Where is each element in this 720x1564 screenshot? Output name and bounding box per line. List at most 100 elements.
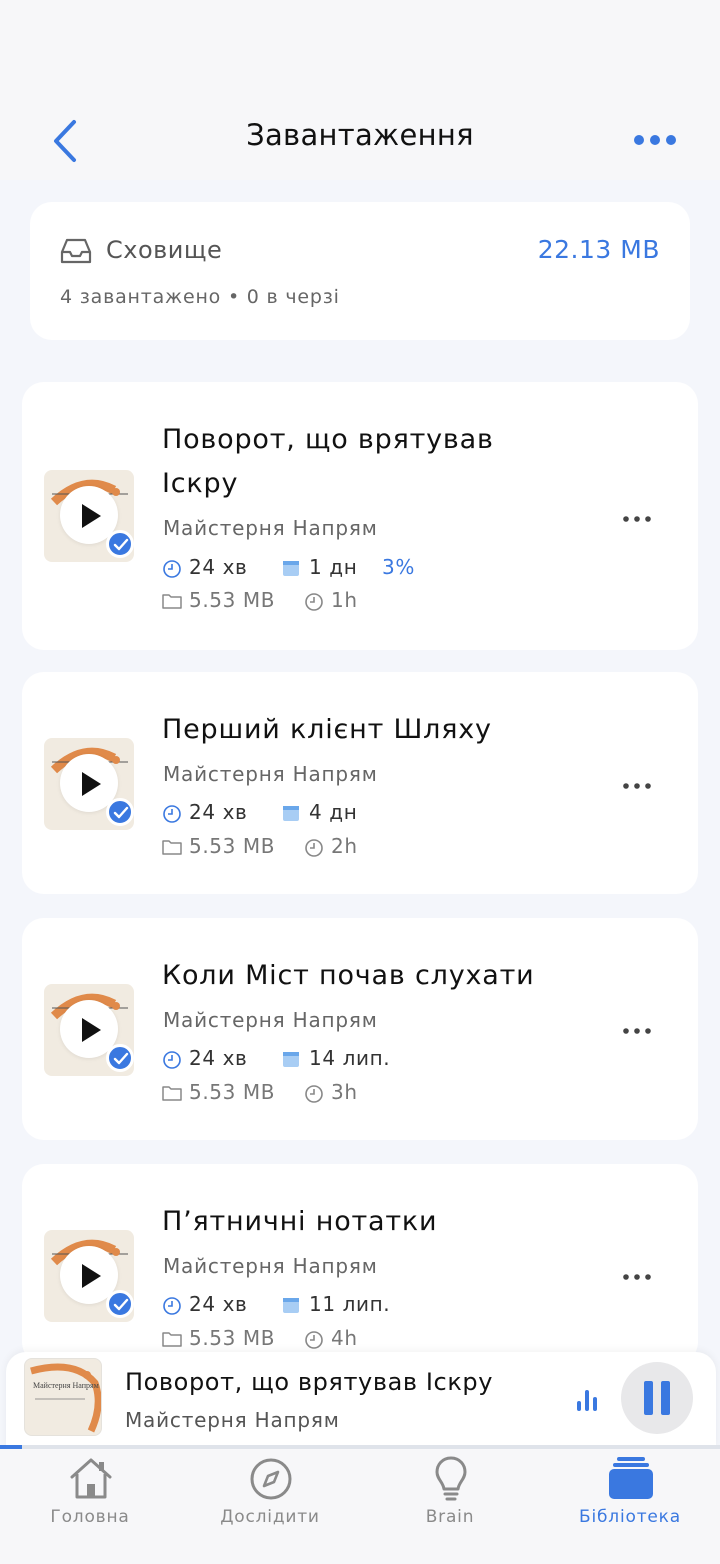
episode-author: Майстерня Напрям xyxy=(163,516,378,540)
home-icon xyxy=(70,1458,112,1499)
episode-duration: 24 хв xyxy=(189,555,248,579)
episode-downloaded-time: 3h xyxy=(331,1080,358,1104)
episode-card[interactable]: П’ятничні нотатки Майстерня Напрям 24 хв… xyxy=(22,1164,698,1364)
more-horizontal-icon xyxy=(623,516,651,522)
episode-date: 11 лип. xyxy=(309,1292,391,1316)
episode-author: Майстерня Напрям xyxy=(163,1254,378,1278)
folder-icon xyxy=(162,1086,182,1101)
episode-size: 5.53 MB xyxy=(189,1326,276,1350)
clock-icon xyxy=(163,805,181,823)
mini-player-cover-text: Майстерня Напрям xyxy=(33,1381,99,1390)
folder-icon xyxy=(162,840,182,855)
clock-icon xyxy=(163,1051,181,1069)
library-icon xyxy=(609,1457,653,1499)
episode-size: 5.53 MB xyxy=(189,588,276,612)
downloaded-check-icon xyxy=(106,530,134,558)
compass-icon xyxy=(250,1458,292,1500)
audio-bars-icon xyxy=(577,1390,597,1411)
mini-player-cover: Майстерня Напрям xyxy=(24,1358,102,1436)
more-horizontal-icon xyxy=(623,1274,651,1280)
clock-icon xyxy=(305,1331,323,1349)
episode-downloaded-time: 1h xyxy=(331,588,358,612)
more-horizontal-icon xyxy=(634,135,676,145)
play-icon xyxy=(82,504,101,528)
episode-size: 5.53 MB xyxy=(189,834,276,858)
downloaded-check-icon xyxy=(106,1290,134,1318)
episode-author: Майстерня Напрям xyxy=(163,1008,378,1032)
storage-summary: 4 завантажено • 0 в черзі xyxy=(60,286,340,308)
clock-icon xyxy=(305,1085,323,1103)
episode-title: П’ятничні нотатки xyxy=(162,1206,438,1237)
tab-label: Бібліотека xyxy=(579,1507,681,1527)
play-icon xyxy=(82,772,101,796)
calendar-icon xyxy=(283,561,299,576)
downloaded-check-icon xyxy=(106,798,134,826)
episode-duration: 24 хв xyxy=(189,800,248,824)
page-title: Завантаження xyxy=(246,118,474,152)
episode-more-button[interactable] xyxy=(622,777,652,789)
cover-art xyxy=(30,1363,101,1433)
episode-more-button[interactable] xyxy=(622,510,652,522)
more-options-button[interactable] xyxy=(630,128,680,152)
episode-card[interactable]: Коли Міст почав слухати Майстерня Напрям… xyxy=(22,918,698,1140)
play-icon xyxy=(82,1264,101,1288)
episode-progress: 3% xyxy=(382,555,415,579)
episode-meta-row: 24 хв 11 лип. xyxy=(162,1292,462,1318)
episode-file-row: 5.53 MB 3h xyxy=(162,1080,462,1106)
episode-date: 1 дн xyxy=(309,555,358,579)
storage-card: Сховище 22.13 MB 4 завантажено • 0 в чер… xyxy=(30,202,690,340)
tab-home[interactable]: Головна xyxy=(0,1449,180,1564)
tray-icon xyxy=(60,238,92,264)
episode-title: Коли Міст почав слухати xyxy=(162,960,535,991)
calendar-icon xyxy=(283,1298,299,1313)
episode-file-row: 5.53 MB 4h xyxy=(162,1326,462,1352)
storage-label: Сховище xyxy=(106,236,223,264)
episode-downloaded-time: 4h xyxy=(331,1326,358,1350)
episode-more-button[interactable] xyxy=(622,1022,652,1034)
mini-player[interactable]: Майстерня Напрям Поворот, що врятував Іс… xyxy=(6,1352,716,1448)
tab-explore[interactable]: Дослідити xyxy=(180,1449,360,1564)
tab-library[interactable]: Бібліотека xyxy=(540,1449,720,1564)
folder-icon xyxy=(162,1332,182,1347)
episode-title: Поворот, що врятував Іскру xyxy=(162,424,494,499)
episode-meta-row: 24 хв 4 дн xyxy=(162,800,462,826)
tab-label: Brain xyxy=(425,1507,475,1527)
episode-duration: 24 хв xyxy=(189,1292,248,1316)
pause-icon xyxy=(644,1381,670,1415)
downloaded-check-icon xyxy=(106,1044,134,1072)
episode-meta-row: 24 хв 14 лип. xyxy=(162,1046,462,1072)
clock-icon xyxy=(305,839,323,857)
play-icon xyxy=(82,1018,101,1042)
calendar-icon xyxy=(283,1052,299,1067)
tab-label: Головна xyxy=(50,1507,130,1527)
nav-header: Завантаження xyxy=(0,0,720,180)
episode-file-row: 5.53 MB 2h xyxy=(162,834,462,860)
episode-meta-row: 24 хв 1 дн 3% xyxy=(162,555,462,581)
episode-title: Перший клієнт Шляху xyxy=(162,714,492,745)
tab-label: Дослідити xyxy=(220,1507,320,1527)
episode-date: 14 лип. xyxy=(309,1046,391,1070)
clock-icon xyxy=(163,560,181,578)
mini-player-title: Поворот, що врятував Іскру xyxy=(125,1368,494,1396)
episode-duration: 24 хв xyxy=(189,1046,248,1070)
episode-file-row: 5.53 MB 1h xyxy=(162,588,462,614)
more-horizontal-icon xyxy=(623,783,651,789)
lightbulb-icon xyxy=(435,1456,467,1501)
mini-player-author: Майстерня Напрям xyxy=(125,1408,340,1432)
storage-size: 22.13 MB xyxy=(537,235,660,264)
pause-button[interactable] xyxy=(621,1362,693,1434)
folder-icon xyxy=(162,594,182,609)
episode-card[interactable]: Перший клієнт Шляху Майстерня Напрям 24 … xyxy=(22,672,698,894)
episode-size: 5.53 MB xyxy=(189,1080,276,1104)
episode-more-button[interactable] xyxy=(622,1268,652,1280)
episode-date: 4 дн xyxy=(309,800,358,824)
clock-icon xyxy=(163,1297,181,1315)
episode-downloaded-time: 2h xyxy=(331,834,358,858)
episode-author: Майстерня Напрям xyxy=(163,762,378,786)
more-horizontal-icon xyxy=(623,1028,651,1034)
tab-brain[interactable]: Brain xyxy=(360,1449,540,1564)
clock-icon xyxy=(305,593,323,611)
calendar-icon xyxy=(283,806,299,821)
episode-card[interactable]: Поворот, що врятував Іскру Майстерня Нап… xyxy=(22,382,698,650)
tab-bar: Головна Дослідити Brain Бібліотека xyxy=(0,1449,720,1564)
